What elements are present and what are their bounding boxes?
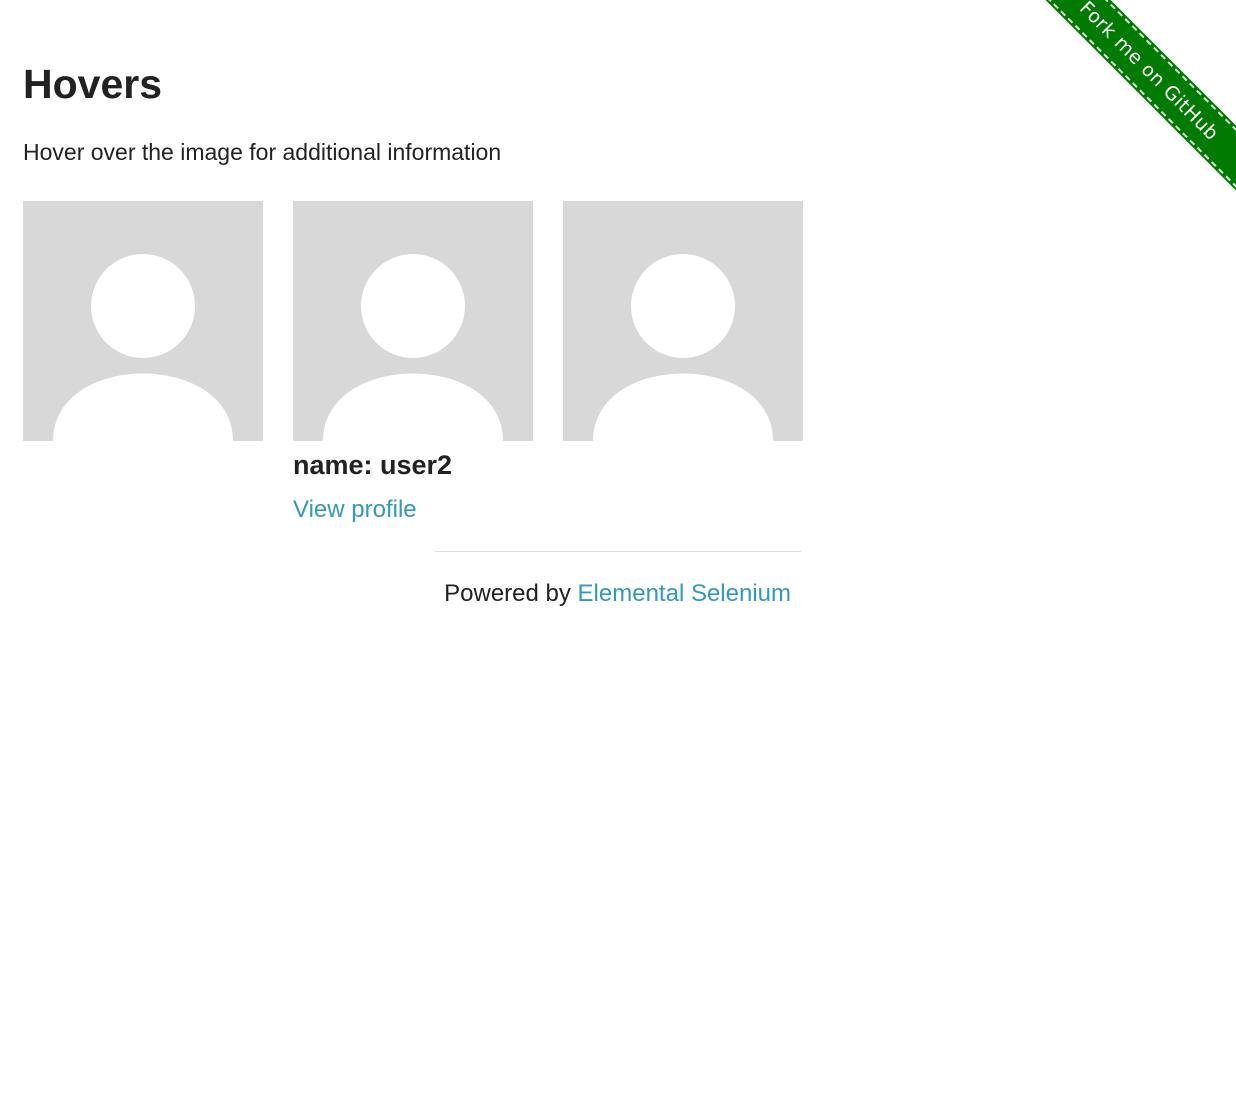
user-placeholder-icon[interactable]: [563, 201, 803, 441]
page: Fork me on GitHub Hovers Hover over the …: [0, 0, 1236, 1119]
figure-user3[interactable]: [563, 201, 803, 441]
page-intro: Hover over the image for additional info…: [23, 139, 502, 165]
fork-on-github-ribbon[interactable]: Fork me on GitHub: [1031, 0, 1236, 189]
github-ribbon-container: Fork me on GitHub: [1031, 0, 1236, 205]
elemental-selenium-link[interactable]: Elemental Selenium: [578, 580, 791, 607]
footer-divider: [435, 551, 801, 552]
footer-powered-by: Powered by: [444, 580, 578, 607]
page-title: Hovers: [23, 61, 163, 107]
figure-user2[interactable]: name: user2 View profile: [293, 201, 533, 523]
figure-user1[interactable]: [23, 201, 263, 441]
user-placeholder-icon[interactable]: [293, 201, 533, 441]
figure-caption-name: name: user2: [293, 450, 453, 480]
user-placeholder-icon[interactable]: [23, 201, 263, 441]
footer: Powered by Elemental Selenium: [435, 579, 791, 609]
view-profile-link[interactable]: View profile: [293, 495, 417, 525]
